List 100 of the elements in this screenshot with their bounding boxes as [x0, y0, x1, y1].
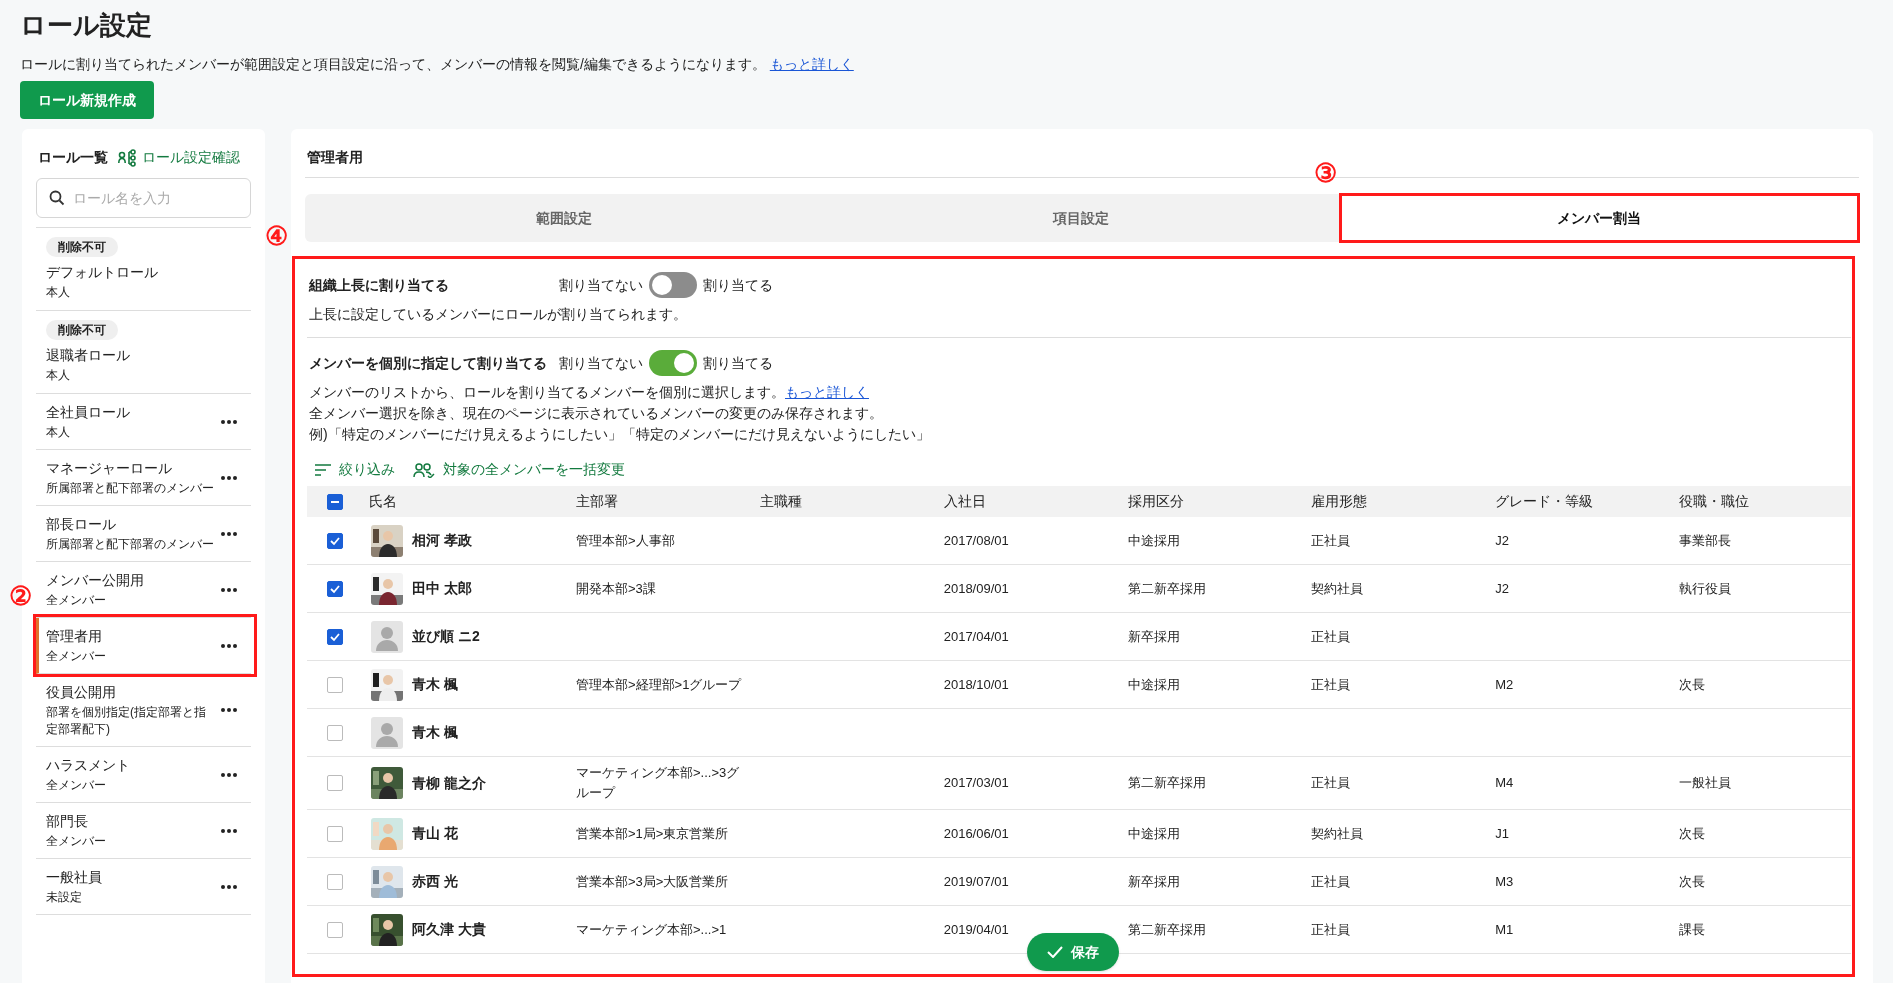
more-link[interactable]: もっと詳しく: [769, 56, 854, 72]
table-cell-text: M3: [1494, 872, 1515, 891]
checkbox[interactable]: [327, 775, 343, 791]
more-menu-icon[interactable]: [221, 419, 237, 424]
section-title: メンバーを個別に指定して割り当てる: [309, 353, 548, 373]
tab[interactable]: 範囲設定: [305, 194, 823, 242]
more-menu-icon[interactable]: [221, 708, 237, 712]
role-name: 退職者ロール: [46, 346, 130, 365]
table-cell-text: 2017/04/01: [942, 627, 1010, 646]
tab[interactable]: 項目設定: [822, 194, 1340, 242]
role-list-item[interactable]: メンバー公開用 全メンバー: [36, 562, 251, 618]
more-menu-icon[interactable]: [221, 587, 237, 592]
role-scope: 所属部署と配下部署のメンバー: [46, 480, 214, 497]
column-header: グレード・等級: [1494, 492, 1595, 511]
role-name: 全社員ロール: [46, 403, 130, 422]
checkbox[interactable]: [327, 628, 343, 645]
filter-button[interactable]: 絞り込み: [315, 459, 395, 480]
table-cell-text: 第二新卒採用: [1126, 920, 1207, 939]
table-cell-text: 次長: [1678, 675, 1707, 694]
more-link[interactable]: もっと詳しく: [785, 384, 869, 400]
toggle-switch[interactable]: [649, 272, 697, 298]
table-cell-text: 第二新卒採用: [1126, 774, 1207, 792]
role-list-item[interactable]: 部長ロール 所属部署と配下部署のメンバー: [36, 506, 251, 562]
people-check-icon: [413, 461, 435, 478]
table-cell-text: 契約社員: [1310, 579, 1365, 598]
checkbox[interactable]: [327, 532, 343, 549]
table-cell-text: 第二新卒採用: [1126, 579, 1207, 598]
table-cell-text: M2: [1494, 675, 1515, 694]
table-cell-text: 2016/06/01: [942, 824, 1010, 843]
more-menu-icon[interactable]: [221, 772, 237, 777]
table-cell-text: マーケティング本部>...>3グループ: [575, 764, 741, 802]
table-cell-text: 中途採用: [1126, 824, 1181, 843]
table-cell-text: J1: [1494, 824, 1510, 843]
more-menu-icon[interactable]: [221, 884, 237, 889]
table-cell-text: 中途採用: [1126, 675, 1181, 694]
bulk-change-button[interactable]: 対象の全メンバーを一括変更: [413, 459, 625, 480]
column-header: 入社日: [942, 492, 987, 511]
role-scope: 全メンバー: [46, 833, 106, 850]
help-text: 上長に設定しているメンバーにロールが割り当てられます。: [309, 305, 688, 324]
role-list-item[interactable]: 削除不可 デフォルトロール 本人: [36, 228, 251, 311]
checkbox[interactable]: [327, 493, 343, 510]
role-scope: 未設定: [46, 889, 82, 906]
table-cell-text: 正社員: [1310, 774, 1352, 792]
role-name: 管理者用: [46, 627, 102, 646]
more-menu-icon[interactable]: [221, 828, 237, 833]
checkbox[interactable]: [327, 873, 343, 890]
table-cell-text: 一般社員: [1678, 774, 1733, 792]
hierarchy-icon: [118, 148, 138, 167]
table-cell-text: 営業本部>3局>大阪営業所: [575, 872, 730, 891]
non-deletable-badge: 削除不可: [46, 320, 118, 340]
search-field[interactable]: ロール名を入力: [36, 178, 251, 218]
table-cell-text: 2017/08/01: [942, 531, 1010, 550]
panel-title: 管理者用: [307, 149, 363, 165]
role-list-item[interactable]: 部門長 全メンバー: [36, 803, 251, 859]
member-name: 赤西 光: [412, 872, 458, 891]
table-cell-text: 正社員: [1310, 531, 1352, 550]
toggle-switch[interactable]: [649, 350, 697, 376]
more-menu-icon[interactable]: [221, 475, 237, 480]
role-name: 部門長: [46, 812, 88, 831]
table-cell-text: 2017/03/01: [942, 774, 1010, 792]
table-cell-text: J2: [1494, 531, 1510, 550]
table-cell-text: 正社員: [1310, 920, 1352, 939]
column-header: 役職・職位: [1678, 492, 1751, 511]
avatar-placeholder-icon: [371, 620, 403, 653]
role-list-item[interactable]: マネージャーロール 所属部署と配下部署のメンバー: [36, 450, 251, 506]
table-cell-text: 正社員: [1310, 627, 1352, 646]
role-list-item[interactable]: ハラスメント 全メンバー: [36, 747, 251, 803]
member-name: 青木 楓: [412, 723, 458, 742]
table-cell-text: 2019/04/01: [942, 920, 1010, 939]
checkbox[interactable]: [327, 580, 343, 597]
member-name: 青柳 龍之介: [412, 773, 486, 793]
table-cell-text: 正社員: [1310, 872, 1352, 891]
table-cell-text: M4: [1494, 774, 1515, 792]
table-cell-text: 2018/09/01: [942, 579, 1010, 598]
checkbox[interactable]: [327, 676, 343, 693]
table-cell-text: 事業部長: [1678, 531, 1733, 550]
table-cell-text: 契約社員: [1310, 824, 1365, 843]
role-list-item[interactable]: 削除不可 退職者ロール 本人: [36, 311, 251, 394]
save-button[interactable]: 保存: [1027, 933, 1119, 971]
checkbox[interactable]: [327, 921, 343, 938]
role-list-item[interactable]: 一般社員 未設定: [36, 859, 251, 915]
help-text: メンバーのリストから、ロールを割り当てるメンバーを個別に選択します。もっと詳しく: [309, 383, 870, 402]
table-cell-text: 正社員: [1310, 675, 1352, 694]
checkbox[interactable]: [327, 724, 343, 741]
more-menu-icon[interactable]: [221, 531, 237, 536]
checkbox[interactable]: [327, 825, 343, 842]
table-cell-text: 管理本部>経理部>1グループ: [575, 675, 743, 694]
role-scope: 本人: [46, 367, 70, 384]
create-role-button[interactable]: ロール新規作成: [20, 81, 154, 119]
role-list-item[interactable]: 役員公開用 部署を個別指定(指定部署と指定部署配下): [36, 674, 251, 747]
help-text: 全メンバー選択を除き、現在のページに表示されているメンバーの変更のみ保存されます。: [309, 404, 884, 423]
more-menu-icon[interactable]: [221, 643, 237, 648]
search-icon: [49, 190, 65, 206]
role-list-item[interactable]: 全社員ロール 本人: [36, 394, 251, 450]
column-header: 主部署: [575, 492, 619, 511]
callout-number: ②: [9, 582, 32, 610]
table-cell-text: 営業本部>1局>東京営業所: [575, 824, 730, 843]
role-check-link[interactable]: ロール設定確認: [118, 147, 240, 168]
member-name: 並び順 ニ2: [412, 627, 480, 646]
member-name: 田中 太郎: [412, 579, 472, 598]
